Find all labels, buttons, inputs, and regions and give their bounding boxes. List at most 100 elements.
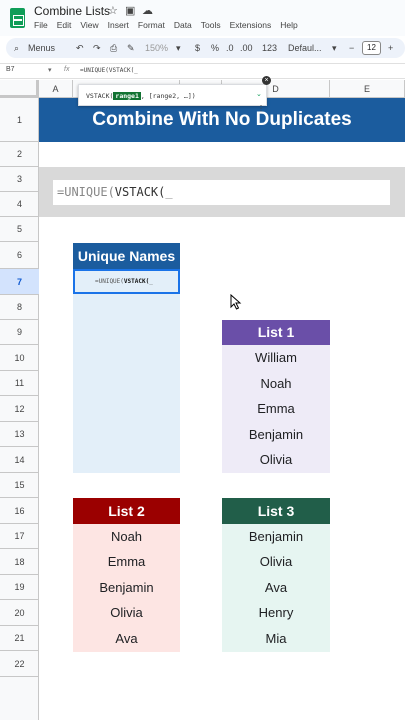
menu-data[interactable]: Data — [174, 20, 192, 30]
list1-item[interactable]: Noah — [222, 371, 330, 396]
select-all-corner[interactable] — [0, 80, 39, 98]
cell-formula-prefix: =UNIQUE( — [95, 278, 124, 285]
menus-button[interactable]: Menus — [28, 41, 55, 55]
increase-decimal-button[interactable]: .00 — [240, 41, 253, 55]
name-box-chevron-icon[interactable]: ▾ — [48, 66, 52, 74]
list3-item[interactable]: Olivia — [222, 549, 330, 575]
formula-bar: B7 ▾ fx =UNIQUE(VSTACK(_ — [0, 63, 405, 79]
row-header-13[interactable]: 13 — [0, 422, 39, 447]
row-header-19[interactable]: 19 — [0, 575, 39, 600]
doc-title[interactable]: Combine Lists — [34, 4, 110, 18]
row-header-9[interactable]: 9 — [0, 320, 39, 345]
font-size-input[interactable]: 12 — [362, 41, 381, 55]
row-header-5[interactable]: 5 — [0, 217, 39, 242]
formula-display-prefix: =UNIQUE( — [57, 185, 115, 199]
list2-item[interactable]: Ava — [73, 626, 180, 652]
row-header-14[interactable]: 14 — [0, 447, 39, 473]
row-header-6[interactable]: 6 — [0, 242, 39, 269]
tooltip-func: VSTACK( — [86, 92, 114, 100]
toolbar: ⌕ Menus ↶ ↷ ⎙ ✎ 150% ▾ $ % .0 .00 123 De… — [6, 38, 405, 58]
row-header-15[interactable]: 15 — [0, 473, 39, 498]
list2-item[interactable]: Benjamin — [73, 575, 180, 600]
star-icon[interactable]: ☆ — [108, 4, 118, 17]
list2-item[interactable]: Noah — [73, 524, 180, 549]
unique-names-body[interactable] — [73, 269, 180, 473]
row-header-column: 1 2 3 4 5 6 7 8 9 10 11 12 13 14 15 16 1… — [0, 98, 39, 720]
paint-format-icon[interactable]: ✎ — [127, 41, 135, 55]
menu-help[interactable]: Help — [280, 20, 297, 30]
menu-format[interactable]: Format — [138, 20, 165, 30]
row-header-8[interactable]: 8 — [0, 295, 39, 320]
formula-bar-input[interactable]: =UNIQUE(VSTACK(_ — [80, 67, 138, 74]
more-vert-icon[interactable]: ⋮ — [257, 104, 265, 113]
row-header-3[interactable]: 3 — [0, 167, 39, 192]
row-header-7[interactable]: 7 — [0, 269, 39, 295]
row-header-12[interactable]: 12 — [0, 396, 39, 422]
list3-body: Benjamin Olivia Ava Henry Mia — [222, 524, 330, 652]
row-header-4[interactable]: 4 — [0, 192, 39, 217]
column-header-e[interactable]: E — [330, 80, 405, 98]
font-size-increase-button[interactable]: + — [388, 41, 393, 55]
font-select[interactable]: Defaul... — [288, 41, 322, 55]
active-cell-b7[interactable]: =UNIQUE(VSTACK(_ — [73, 269, 180, 294]
list3-header[interactable]: List 3 — [222, 498, 330, 524]
list1-item[interactable]: Emma — [222, 396, 330, 422]
list1-header[interactable]: List 1 — [222, 320, 330, 345]
row-header-16[interactable]: 16 — [0, 498, 39, 524]
list1-item[interactable]: Benjamin — [222, 422, 330, 447]
cell-formula-func: VSTACK( — [123, 278, 150, 285]
number-format-button[interactable]: 123 — [262, 41, 277, 55]
zoom-select[interactable]: 150% — [145, 41, 168, 55]
list1-item[interactable]: Olivia — [222, 447, 330, 473]
name-box[interactable]: B7 — [6, 66, 15, 73]
sheets-logo-icon[interactable] — [10, 8, 25, 28]
formula-display-func: VSTACK( — [114, 185, 166, 199]
menu-tools[interactable]: Tools — [201, 20, 221, 30]
row-header-10[interactable]: 10 — [0, 345, 39, 371]
decrease-decimal-button[interactable]: .0 — [226, 41, 234, 55]
print-icon[interactable]: ⎙ — [110, 41, 117, 55]
row-header-1[interactable]: 1 — [0, 98, 39, 142]
list3-item[interactable]: Benjamin — [222, 524, 330, 549]
menu-view[interactable]: View — [80, 20, 98, 30]
list2-header[interactable]: List 2 — [73, 498, 180, 524]
row-header-20[interactable]: 20 — [0, 600, 39, 626]
search-menus-icon[interactable]: ⌕ — [14, 41, 19, 55]
formula-display-box[interactable]: =UNIQUE(VSTACK(_ — [53, 180, 390, 205]
font-chevron-icon[interactable]: ▾ — [332, 41, 337, 55]
function-tooltip[interactable]: VSTACK(range1, [range2, …]) — [78, 84, 267, 106]
folder-icon[interactable]: ▣ — [125, 4, 135, 17]
menu-file[interactable]: File — [34, 20, 48, 30]
list1-item[interactable]: William — [222, 345, 330, 371]
row-header-18[interactable]: 18 — [0, 549, 39, 575]
list2-body: Noah Emma Benjamin Olivia Ava — [73, 524, 180, 652]
row-header-11[interactable]: 11 — [0, 371, 39, 396]
row-header-2[interactable]: 2 — [0, 142, 39, 167]
zoom-chevron-icon[interactable]: ▾ — [176, 41, 181, 55]
tooltip-rest: , [range2, …]) — [140, 92, 196, 100]
chevron-down-icon[interactable]: ⌄ — [256, 90, 262, 98]
fx-icon: fx — [64, 66, 70, 73]
title-bar: Combine Lists ☆ ▣ ☁ File Edit View Inser… — [0, 0, 405, 36]
font-size-decrease-button[interactable]: − — [349, 41, 354, 55]
menu-edit[interactable]: Edit — [57, 20, 72, 30]
row-header-21[interactable]: 21 — [0, 626, 39, 651]
cell-formula-cursor: _ — [149, 278, 153, 285]
unique-names-header[interactable]: Unique Names — [73, 243, 180, 269]
undo-icon[interactable]: ↶ — [76, 41, 84, 55]
percent-button[interactable]: % — [211, 41, 219, 55]
menu-insert[interactable]: Insert — [108, 20, 129, 30]
list3-item[interactable]: Mia — [222, 626, 330, 652]
close-icon[interactable]: × — [262, 76, 271, 85]
currency-button[interactable]: $ — [195, 41, 200, 55]
list3-item[interactable]: Ava — [222, 575, 330, 600]
list2-item[interactable]: Olivia — [73, 600, 180, 626]
row-header-22[interactable]: 22 — [0, 651, 39, 677]
column-header-a[interactable]: A — [39, 80, 73, 98]
row-header-17[interactable]: 17 — [0, 524, 39, 549]
list2-item[interactable]: Emma — [73, 549, 180, 575]
redo-icon[interactable]: ↷ — [93, 41, 101, 55]
list3-item[interactable]: Henry — [222, 600, 330, 626]
cloud-icon[interactable]: ☁ — [142, 4, 153, 17]
menu-extensions[interactable]: Extensions — [230, 20, 272, 30]
